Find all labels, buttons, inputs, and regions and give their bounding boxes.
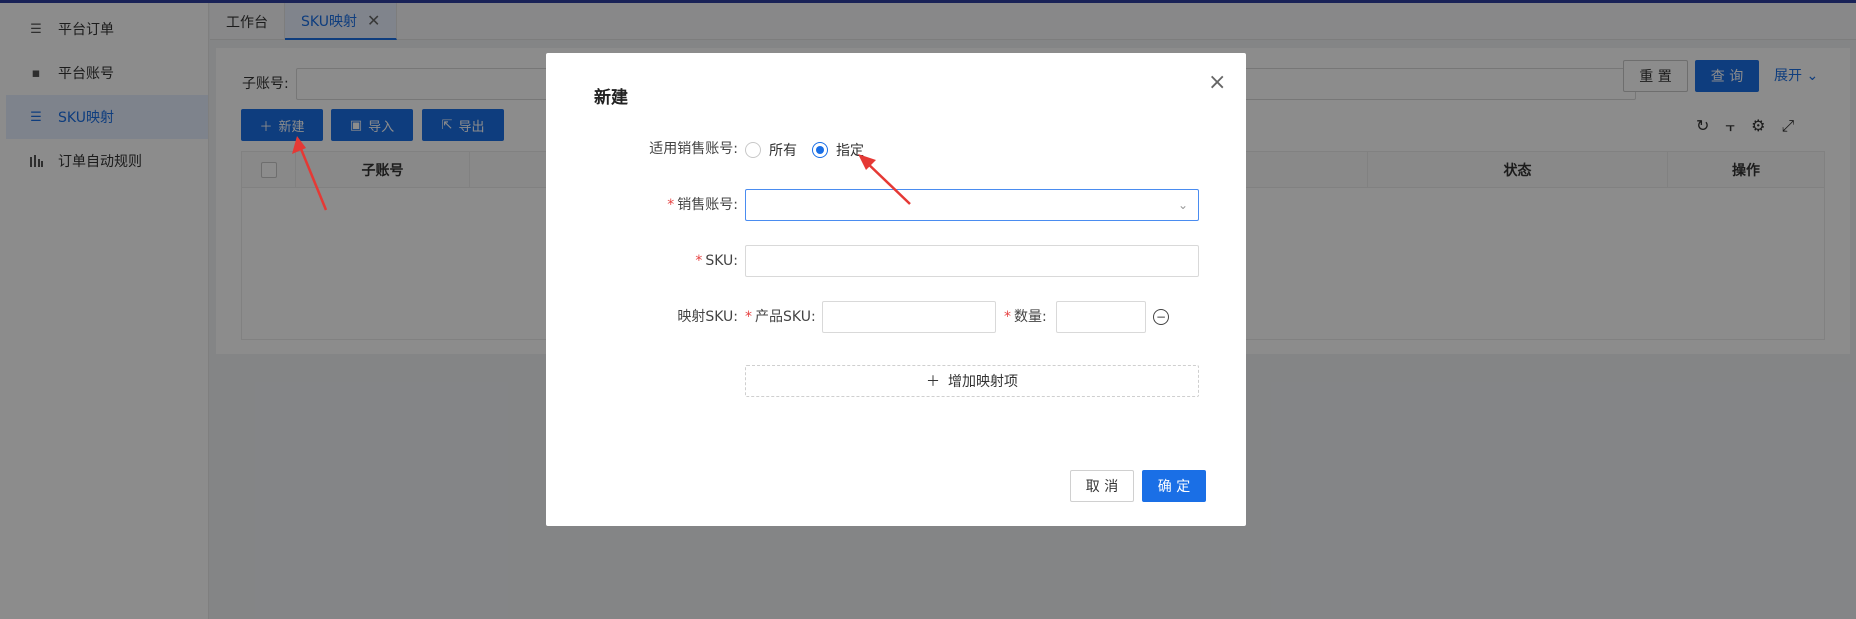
required-mark: * [667,197,675,213]
close-icon[interactable]: × [1208,70,1226,95]
quantity-label: * 数量: [1004,301,1047,333]
radio-specified[interactable]: 指定 [812,140,864,160]
quantity-label-text: 数量: [1014,309,1047,325]
sku-label-text: SKU: [705,253,738,269]
confirm-button[interactable]: 确 定 [1142,470,1206,502]
quantity-input[interactable] [1056,301,1146,333]
add-mapping-label: 增加映射项 [948,374,1018,390]
sales-account-select[interactable]: ⌄ [745,189,1199,221]
chevron-down-icon: ⌄ [1177,198,1188,212]
product-sku-label-text: 产品SKU: [755,309,816,325]
add-mapping-button[interactable]: ＋ 增加映射项 [745,365,1199,397]
cancel-button[interactable]: 取 消 [1070,470,1134,502]
radio-specified-label: 指定 [836,143,864,159]
product-sku-input[interactable] [822,301,996,333]
sku-input[interactable] [745,245,1199,277]
account-scope-label: 适用销售账号: [649,141,738,157]
mapping-sku-label: 映射SKU: [677,309,738,325]
required-mark: * [695,253,703,269]
plus-icon: ＋ [926,374,940,390]
sales-account-label-text: 销售账号: [677,197,738,213]
product-sku-label: * 产品SKU: [745,301,816,333]
create-dialog: 新建 × 适用销售账号: 所有 指定 * 销售账号: ⌄ * SKU: 映射SKU:… [546,53,1246,526]
dialog-title: 新建 [594,88,628,108]
radio-all[interactable]: 所有 [745,140,797,160]
remove-mapping-icon[interactable]: − [1153,309,1169,325]
sku-label: * SKU: [576,245,738,277]
radio-circle [745,142,761,158]
sales-account-label: * 销售账号: [576,189,738,221]
required-mark: * [1004,309,1011,325]
radio-all-label: 所有 [769,143,797,159]
radio-circle-selected [812,142,828,158]
required-mark: * [745,309,752,325]
